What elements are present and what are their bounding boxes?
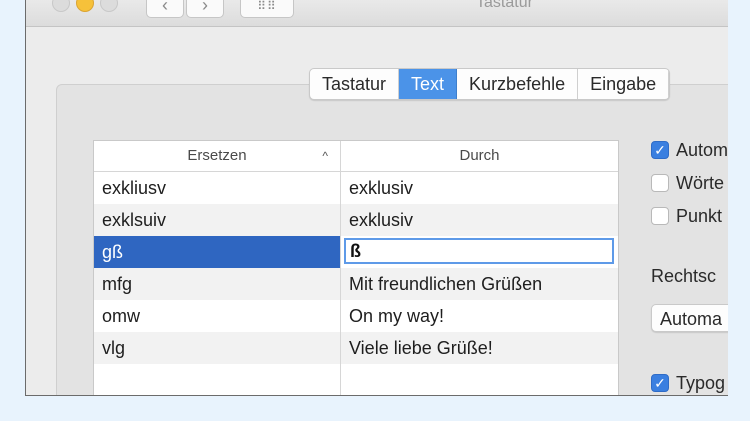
with-cell: Viele liebe Grüße! (349, 338, 493, 358)
table-row[interactable]: mfg Mit freundlichen Grüßen (94, 268, 618, 300)
column-header-replace[interactable]: Ersetzen ^ (94, 141, 341, 171)
with-cell: exklusiv (349, 210, 414, 230)
replace-cell: vlg (102, 338, 126, 358)
table-row[interactable] (94, 364, 618, 395)
replace-cell: mfg (102, 274, 133, 294)
option-autom[interactable]: ✓ Autom (651, 139, 728, 161)
tab-bar: Tastatur Text Kurzbefehle Eingabe (309, 68, 671, 100)
preferences-window: ‹ › ⠿⠿ Tastatur Tastatur Text Kurzbefehl… (25, 0, 728, 396)
table-row[interactable]: exkliusv exklusiv (94, 172, 618, 204)
spelling-popup[interactable]: Automa (651, 304, 728, 332)
tab-text[interactable]: Text (399, 69, 458, 99)
option-punkt[interactable]: Punkt (651, 205, 722, 227)
table-row-selected[interactable]: gß ß (94, 236, 618, 268)
table-row[interactable]: exklsuiv exklusiv (94, 204, 618, 236)
replace-cell: omw (102, 306, 141, 326)
table-row[interactable]: omw On my way! (94, 300, 618, 332)
checkbox-unchecked[interactable] (651, 174, 669, 192)
checkbox-checked[interactable]: ✓ (651, 374, 669, 392)
replace-cell: gß (94, 236, 340, 268)
with-cell: exklusiv (349, 178, 414, 198)
option-woerter[interactable]: Wörte (651, 172, 724, 194)
table-body: exkliusv exklusiv exklsuiv exklusiv gß ß… (94, 172, 618, 395)
title-bar: ‹ › ⠿⠿ Tastatur (26, 0, 728, 27)
with-edit-field[interactable]: ß (344, 238, 614, 264)
window-title: Tastatur (476, 0, 533, 11)
tab-tastatur[interactable]: Tastatur (310, 69, 400, 99)
text-replacement-table: Ersetzen ^ Durch exkliusv exklusiv exkls… (93, 140, 619, 395)
option-typography[interactable]: ✓ Typog (651, 372, 725, 394)
column-header-replace-label: Ersetzen (187, 147, 247, 164)
option-label: Autom (676, 139, 728, 160)
column-header-with[interactable]: Durch (341, 141, 618, 171)
column-divider (340, 172, 341, 395)
table-row[interactable]: vlg Viele liebe Grüße! (94, 332, 618, 364)
checkbox-unchecked[interactable] (651, 207, 669, 225)
sort-ascending-icon: ^ (322, 149, 328, 163)
tab-kurzbefehle[interactable]: Kurzbefehle (457, 69, 579, 99)
table-header: Ersetzen ^ Durch (94, 141, 618, 172)
option-label: Wörte (676, 172, 725, 193)
spelling-label: Rechtsc (651, 266, 717, 286)
with-cell: Mit freundlichen Grüßen (349, 274, 543, 294)
option-label: Typog (676, 372, 726, 393)
with-cell (341, 364, 618, 395)
replace-cell (94, 364, 340, 395)
checkbox-checked[interactable]: ✓ (651, 141, 669, 159)
replace-cell: exklsuiv (102, 210, 167, 230)
with-cell: On my way! (349, 306, 445, 326)
tab-eingabe[interactable]: Eingabe (578, 69, 670, 99)
replace-cell: exkliusv (102, 178, 167, 198)
option-label: Punkt (676, 205, 723, 226)
